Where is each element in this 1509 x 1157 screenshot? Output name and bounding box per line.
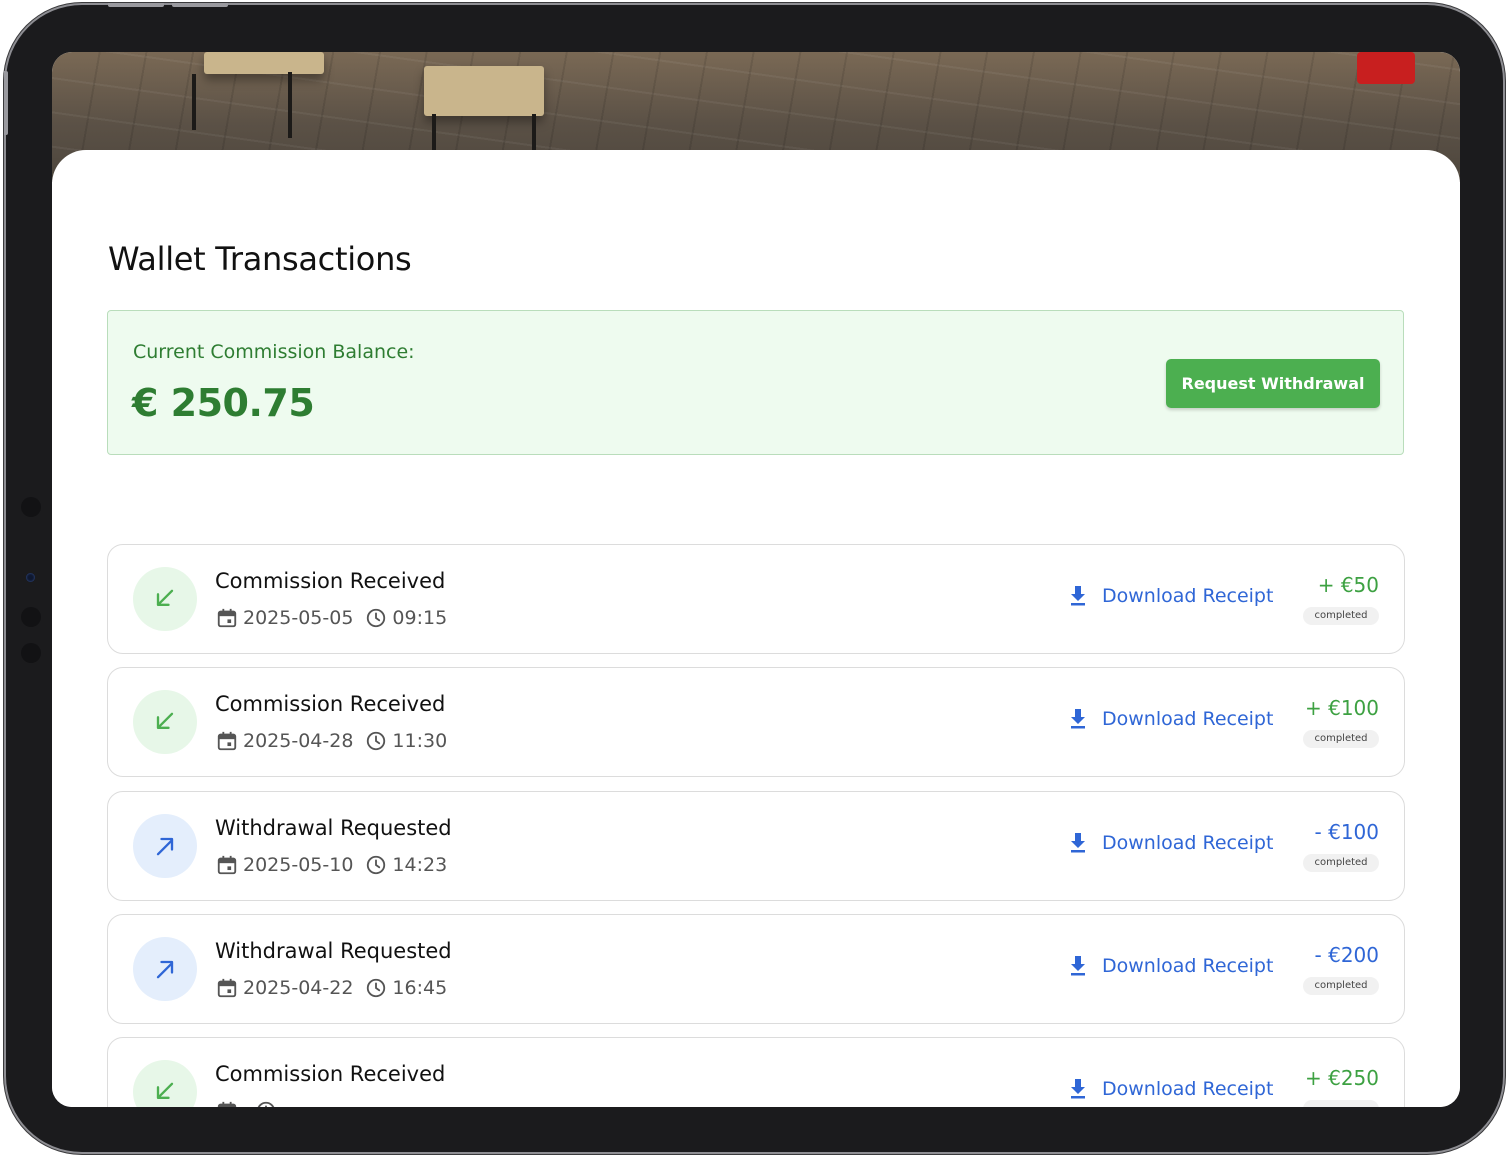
transaction-row: Withdrawal Requested 2025-05-10 14:23 Do… xyxy=(107,791,1405,901)
status-badge: completed xyxy=(1303,977,1379,995)
status-badge: completed xyxy=(1303,607,1379,625)
download-icon xyxy=(1071,833,1085,853)
transaction-amount: - €100 xyxy=(1314,820,1379,844)
calendar-icon xyxy=(217,1101,237,1107)
status-badge xyxy=(1303,1100,1379,1107)
transaction-title: Commission Received xyxy=(215,569,446,593)
clock-icon xyxy=(367,978,386,998)
arrow-down-left-icon xyxy=(156,712,174,729)
request-withdrawal-button[interactable]: Request Withdrawal xyxy=(1166,359,1380,408)
transaction-row: Commission Received Download Receipt + €… xyxy=(107,1037,1405,1107)
download-icon xyxy=(1071,1079,1085,1099)
download-receipt-link[interactable]: Download Receipt xyxy=(1068,955,1273,977)
calendar-icon xyxy=(217,731,237,751)
arrow-down-left-icon xyxy=(133,1060,197,1107)
status-badge: completed xyxy=(1303,730,1379,748)
transaction-date: 2025-04-22 xyxy=(243,977,354,999)
transaction-datetime: 2025-05-10 14:23 xyxy=(216,854,447,876)
transaction-row: Withdrawal Requested 2025-04-22 16:45 Do… xyxy=(107,914,1405,1024)
balance-label: Current Commission Balance: xyxy=(133,341,415,363)
top-button-left xyxy=(108,3,164,7)
download-receipt-label: Download Receipt xyxy=(1102,1078,1274,1100)
page-title: Wallet Transactions xyxy=(108,240,412,278)
transaction-time: 14:23 xyxy=(392,854,448,876)
download-icon xyxy=(1071,956,1085,976)
transaction-row: Commission Received 2025-04-28 11:30 Dow… xyxy=(107,667,1405,777)
arrow-up-right-icon xyxy=(156,960,174,979)
side-sensor-dot xyxy=(21,607,41,627)
download-receipt-label: Download Receipt xyxy=(1102,832,1274,854)
arrow-down-left-icon xyxy=(133,567,197,631)
clock-icon xyxy=(367,731,386,751)
transaction-datetime: 2025-04-28 11:30 xyxy=(216,730,447,752)
download-receipt-label: Download Receipt xyxy=(1102,708,1274,730)
calendar-icon xyxy=(217,855,237,875)
download-receipt-link[interactable]: Download Receipt xyxy=(1068,1078,1273,1100)
arrow-up-right-icon xyxy=(133,814,197,878)
download-receipt-link[interactable]: Download Receipt xyxy=(1068,585,1273,607)
hero-table-leg xyxy=(288,72,292,138)
transaction-datetime: 2025-04-22 16:45 xyxy=(216,977,447,999)
transaction-time: 11:30 xyxy=(392,730,448,752)
hero-red-umbrella xyxy=(1357,52,1415,84)
arrow-down-left-icon xyxy=(156,589,174,606)
transaction-time: 16:45 xyxy=(392,977,448,999)
hero-table-leg xyxy=(192,74,196,130)
arrow-down-left-icon xyxy=(156,1082,174,1099)
transaction-amount: + €50 xyxy=(1317,573,1379,597)
transaction-date: 2025-05-05 xyxy=(243,607,354,629)
clock-icon xyxy=(367,855,386,875)
app-screen: Wallet Transactions Current Commission B… xyxy=(52,52,1460,1107)
hero-cafe-table xyxy=(424,66,544,116)
status-badge: completed xyxy=(1303,854,1379,872)
transaction-title: Commission Received xyxy=(215,692,446,716)
arrow-down-left-icon xyxy=(133,690,197,754)
front-camera xyxy=(26,573,35,582)
side-sensor-dot xyxy=(21,643,41,663)
transaction-title: Withdrawal Requested xyxy=(215,939,452,963)
transaction-amount: + €250 xyxy=(1304,1066,1379,1090)
transaction-row: Commission Received 2025-05-05 09:15 Dow… xyxy=(107,544,1405,654)
download-receipt-link[interactable]: Download Receipt xyxy=(1068,708,1273,730)
arrow-up-right-icon xyxy=(133,937,197,1001)
top-button-right xyxy=(172,3,228,7)
balance-amount: € 250.75 xyxy=(132,381,315,425)
transaction-datetime xyxy=(216,1100,282,1107)
transaction-date: 2025-05-10 xyxy=(243,854,354,876)
hero-cafe-table xyxy=(204,52,324,74)
transaction-date: 2025-04-28 xyxy=(243,730,354,752)
side-button xyxy=(4,71,8,135)
transaction-amount: + €100 xyxy=(1304,696,1379,720)
side-sensor-dot xyxy=(21,497,41,517)
transaction-datetime: 2025-05-05 09:15 xyxy=(216,607,447,629)
arrow-up-right-icon xyxy=(156,837,174,856)
clock-icon xyxy=(257,1101,275,1107)
download-icon xyxy=(1071,586,1085,606)
transaction-time: 09:15 xyxy=(392,607,448,629)
calendar-icon xyxy=(217,978,237,998)
download-receipt-link[interactable]: Download Receipt xyxy=(1068,832,1273,854)
clock-icon xyxy=(367,608,386,628)
transaction-amount: - €200 xyxy=(1314,943,1379,967)
hero-table-leg xyxy=(432,114,436,154)
transaction-title: Commission Received xyxy=(215,1062,446,1086)
download-receipt-label: Download Receipt xyxy=(1102,955,1274,977)
wallet-content-panel: Wallet Transactions Current Commission B… xyxy=(52,150,1460,1107)
calendar-icon xyxy=(217,608,237,628)
download-receipt-label: Download Receipt xyxy=(1102,585,1274,607)
balance-card: Current Commission Balance: € 250.75 Req… xyxy=(107,310,1404,455)
download-icon xyxy=(1071,709,1085,729)
transaction-title: Withdrawal Requested xyxy=(215,816,452,840)
